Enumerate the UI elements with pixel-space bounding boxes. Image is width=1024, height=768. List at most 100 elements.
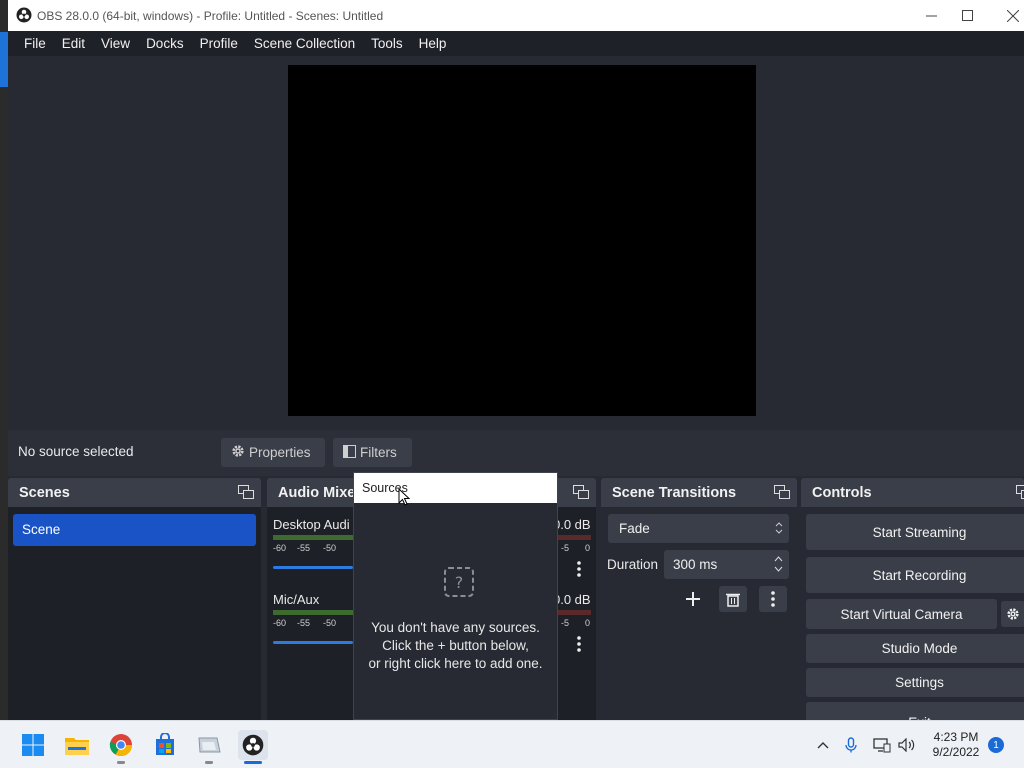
menu-profile[interactable]: Profile xyxy=(192,36,246,51)
scenes-list: Scene xyxy=(8,507,261,754)
window-titlebar[interactable]: OBS 28.0.0 (64-bit, windows) - Profile: … xyxy=(8,0,1024,31)
meter-tick: -55 xyxy=(297,543,311,553)
scenes-title: Scenes xyxy=(19,484,70,501)
obs-taskbar-icon[interactable] xyxy=(238,730,268,760)
start-recording-button[interactable]: Start Recording xyxy=(806,557,1024,593)
menu-help[interactable]: Help xyxy=(411,36,455,51)
menubar: File Edit View Docks Profile Scene Colle… xyxy=(8,31,1024,56)
sources-title[interactable]: Sources xyxy=(354,473,557,503)
meter-tick: -55 xyxy=(297,618,311,628)
channel-menu-icon[interactable] xyxy=(565,631,593,657)
controls-title: Controls xyxy=(812,484,872,501)
volume-icon[interactable] xyxy=(897,735,917,755)
filters-button[interactable]: Filters xyxy=(333,438,412,467)
maximize-button[interactable] xyxy=(944,0,990,31)
menu-view[interactable]: View xyxy=(93,36,138,51)
app-running-indicator xyxy=(117,761,125,764)
meter-tick: -60 xyxy=(273,618,287,628)
meter-tick: -5 xyxy=(561,618,570,628)
desktop-edge xyxy=(0,0,8,720)
duration-value: 300 ms xyxy=(673,557,718,572)
meter-tick: -60 xyxy=(273,543,287,553)
filters-label: Filters xyxy=(360,445,397,460)
chrome-icon[interactable] xyxy=(106,730,136,760)
select-updown-icon xyxy=(775,520,783,539)
volume-slider[interactable] xyxy=(273,641,353,644)
clock-time: 4:23 PM xyxy=(933,730,979,744)
duration-spinbox[interactable]: 300 ms xyxy=(664,550,789,579)
add-transition-icon[interactable] xyxy=(679,586,707,612)
windows-taskbar: 4:23 PM 9/2/2022 1 xyxy=(0,720,1024,768)
svg-text:?: ? xyxy=(455,573,464,592)
mixer-channel-name: Desktop Audi xyxy=(273,517,350,532)
properties-label: Properties xyxy=(249,445,311,460)
virtual-camera-settings-icon[interactable] xyxy=(1001,601,1024,627)
clock-date: 9/2/2022 xyxy=(932,745,980,759)
volume-meter xyxy=(273,535,353,540)
mixer-channel-level: 0.0 dB xyxy=(553,517,591,532)
undock-icon[interactable] xyxy=(238,485,254,503)
start-streaming-button[interactable]: Start Streaming xyxy=(806,514,1024,550)
scenes-dock-header: Scenes xyxy=(8,478,261,507)
controls-header: Controls xyxy=(801,478,1024,507)
microphone-icon[interactable] xyxy=(841,735,861,755)
undock-icon[interactable] xyxy=(573,485,589,503)
menu-tools[interactable]: Tools xyxy=(363,36,411,51)
undock-icon[interactable] xyxy=(1016,485,1024,503)
mixer-channel-level: 0.0 dB xyxy=(553,592,591,607)
spin-updown-icon[interactable] xyxy=(774,554,783,577)
duration-label: Duration xyxy=(607,557,659,572)
selected-source-status: No source selected xyxy=(18,444,134,459)
sources-empty-message: You don't have any sources. Click the + … xyxy=(354,619,557,673)
meter-tick: -5 xyxy=(561,543,570,553)
menu-docks[interactable]: Docks xyxy=(138,36,192,51)
mouse-cursor-icon xyxy=(398,487,411,509)
scene-transitions-body: Fade Duration 300 ms xyxy=(601,507,797,720)
remove-transition-icon[interactable] xyxy=(719,586,747,612)
file-explorer-icon[interactable] xyxy=(62,730,92,760)
studio-mode-button[interactable]: Studio Mode xyxy=(806,634,1024,663)
scene-transitions-header: Scene Transitions xyxy=(601,478,797,507)
obs-logo-icon xyxy=(16,7,32,23)
meter-tick: 0 xyxy=(585,543,591,553)
transition-select[interactable]: Fade xyxy=(608,514,789,543)
snipping-tool-icon[interactable] xyxy=(194,730,224,760)
preview-canvas[interactable] xyxy=(288,65,756,416)
menu-scene-collection[interactable]: Scene Collection xyxy=(246,36,363,51)
sources-empty-line: or right click here to add one. xyxy=(368,656,543,671)
meter-tick: -50 xyxy=(323,618,337,628)
scenes-dock: Scenes Scene xyxy=(8,478,261,754)
sources-dock-floating[interactable]: Sources ? You don't have any sources. Cl… xyxy=(353,472,558,720)
settings-button[interactable]: Settings xyxy=(806,668,1024,697)
app-active-indicator xyxy=(244,761,262,764)
audio-mixer-title: Audio Mixe xyxy=(278,484,356,501)
question-icon: ? xyxy=(444,567,474,600)
volume-slider[interactable] xyxy=(273,566,353,569)
filter-icon xyxy=(343,444,356,461)
volume-meter-peak xyxy=(557,535,591,540)
taskbar-clock[interactable]: 4:23 PM 9/2/2022 xyxy=(928,730,984,760)
scene-transitions-dock: Scene Transitions Fade Duration 300 ms xyxy=(601,478,797,720)
app-running-indicator xyxy=(205,761,213,764)
volume-meter-peak xyxy=(557,610,591,615)
menu-edit[interactable]: Edit xyxy=(54,36,93,51)
scene-list-item[interactable]: Scene xyxy=(13,514,256,546)
volume-meter xyxy=(273,610,353,615)
start-virtual-camera-button[interactable]: Start Virtual Camera xyxy=(806,599,997,629)
close-button[interactable] xyxy=(990,0,1024,31)
properties-button[interactable]: Properties xyxy=(221,438,325,467)
gear-icon xyxy=(231,444,245,461)
network-icon[interactable] xyxy=(872,735,892,755)
windows-start-icon[interactable] xyxy=(18,730,48,760)
show-hidden-icons-icon[interactable] xyxy=(813,735,833,755)
menu-file[interactable]: File xyxy=(16,36,54,51)
meter-tick: 0 xyxy=(585,618,591,628)
transition-value: Fade xyxy=(619,521,650,536)
controls-dock: Controls Start Streaming Start Recording… xyxy=(801,478,1024,730)
channel-menu-icon[interactable] xyxy=(565,556,593,582)
notification-badge[interactable]: 1 xyxy=(988,737,1004,753)
microsoft-store-icon[interactable] xyxy=(150,730,180,760)
scene-transitions-title: Scene Transitions xyxy=(612,484,737,501)
transition-menu-icon[interactable] xyxy=(759,586,787,612)
undock-icon[interactable] xyxy=(774,485,790,503)
